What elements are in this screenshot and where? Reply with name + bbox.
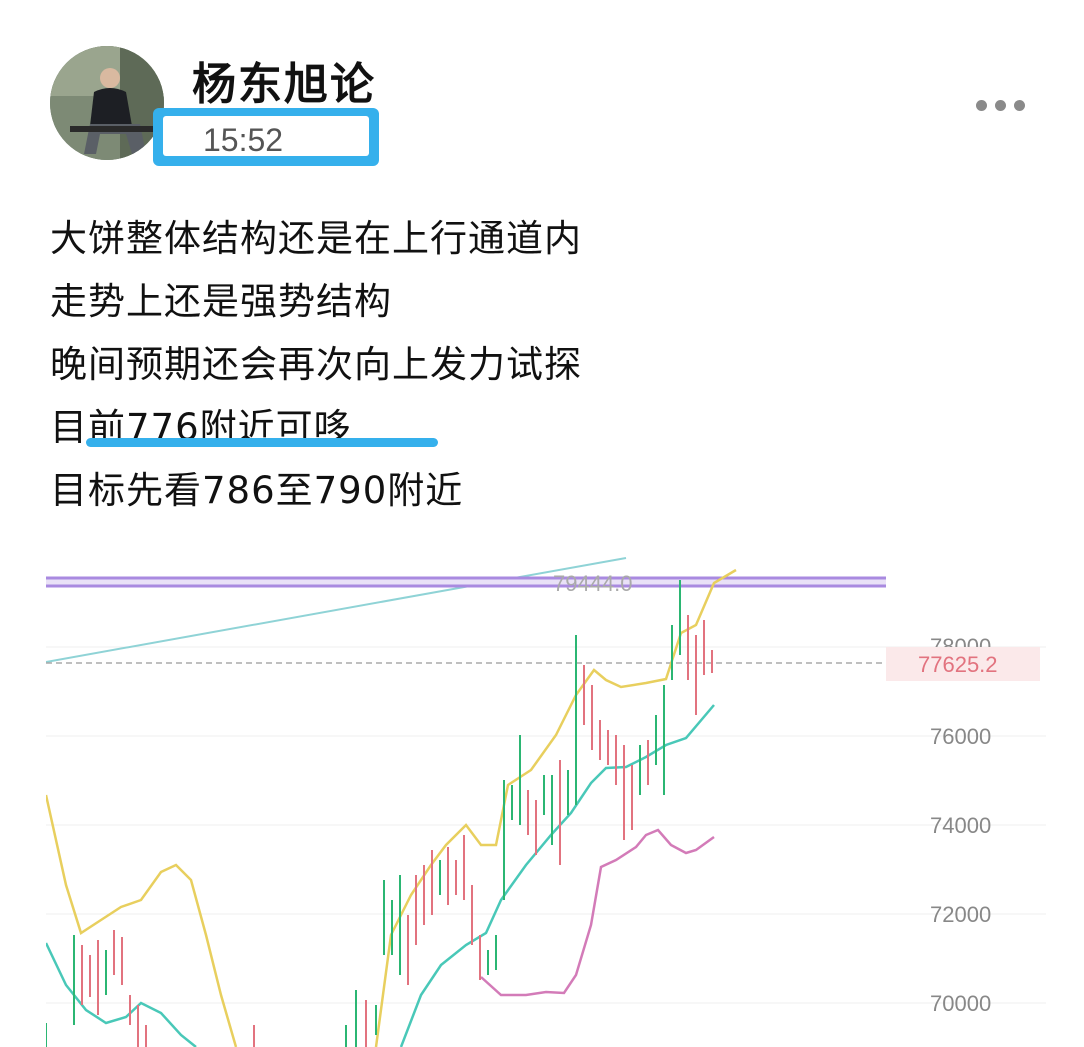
- resistance-label: 79444.0: [553, 571, 633, 596]
- post-line-3: 晚间预期还会再次向上发力试探: [50, 343, 582, 386]
- line-4-underline: [86, 438, 438, 447]
- current-price-label: 77625.2: [918, 652, 998, 677]
- band-lower: [480, 828, 715, 997]
- post-line-2: 走势上还是强势结构: [50, 280, 392, 323]
- post-line-5: 目标先看786至790附近: [50, 469, 464, 512]
- candles: [46, 580, 713, 1047]
- y-tick-70000: 70000: [930, 991, 991, 1016]
- user-avatar[interactable]: [50, 46, 164, 160]
- grid-lines: [46, 646, 1046, 1004]
- price-chart[interactable]: 79444.0 78000 77625.2 76000 74000 72000 …: [46, 555, 1084, 1047]
- more-dots-icon[interactable]: [976, 96, 1036, 114]
- author-name[interactable]: 杨东旭论: [192, 48, 376, 112]
- y-tick-74000: 74000: [930, 813, 991, 838]
- post-line-1: 大饼整体结构还是在上行通道内: [50, 217, 582, 260]
- y-tick-76000: 76000: [930, 724, 991, 749]
- band-upper-right: [374, 568, 737, 1047]
- post-time: 15:52: [203, 122, 284, 158]
- time-highlight: 15:52: [153, 108, 379, 166]
- channel-line: [46, 557, 627, 663]
- y-tick-72000: 72000: [930, 902, 991, 927]
